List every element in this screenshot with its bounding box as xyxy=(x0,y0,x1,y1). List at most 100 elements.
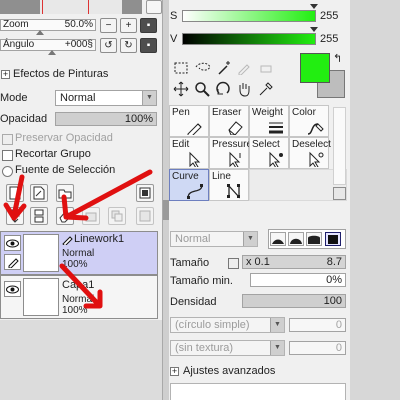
saturation-handle[interactable] xyxy=(310,4,318,9)
shape-soft-button[interactable] xyxy=(270,232,286,246)
lasso-icon[interactable] xyxy=(193,58,212,77)
preserve-opacity-checkbox[interactable] xyxy=(2,134,13,145)
layer-visibility-eye-icon[interactable] xyxy=(4,235,21,251)
zoom-out-button[interactable]: − xyxy=(100,18,117,33)
density-slider[interactable]: 100 xyxy=(242,294,346,308)
min-size-value: 0% xyxy=(326,274,342,286)
new-layer-icon[interactable] xyxy=(6,184,24,202)
size-pressure-checkbox[interactable] xyxy=(228,258,239,269)
size-value: 8.7 xyxy=(326,256,342,268)
tool-weight[interactable]: Weight xyxy=(249,105,289,137)
tool-deselect[interactable]: Deselect xyxy=(289,137,331,169)
tool-color[interactable]: Color xyxy=(289,105,329,137)
zoom-slider[interactable]: Zoom 50.0% xyxy=(0,19,96,31)
brush-shape-value: (círculo simple) xyxy=(175,319,250,331)
rotate-tool-icon[interactable] xyxy=(213,79,232,98)
angle-slider-handle[interactable] xyxy=(48,50,56,55)
zoom-reset-button[interactable]: ▪ xyxy=(140,18,157,33)
rotate-reset-button[interactable]: ▪ xyxy=(140,38,157,53)
tool-line[interactable]: Line xyxy=(209,169,249,201)
layer-lock-pen-icon[interactable] xyxy=(4,254,21,270)
layer-mask-icon[interactable] xyxy=(136,184,154,202)
layer-name: Linework1 xyxy=(74,233,125,245)
opacity-slider[interactable]: 100% xyxy=(55,112,157,126)
layer-thumbnail xyxy=(23,278,59,316)
brush-blend-mode-select[interactable]: Normal ▼ xyxy=(170,231,258,247)
size-slider[interactable]: x 0.1 8.7 xyxy=(242,255,346,269)
opacity-value: 100% xyxy=(124,113,153,125)
rotate-right-button[interactable]: ↻ xyxy=(120,38,137,53)
tool-grid-scroll-button[interactable] xyxy=(333,187,346,200)
clip-group-label: Recortar Grupo xyxy=(15,148,91,160)
linework-pen-icon xyxy=(62,235,73,247)
pressure-icon xyxy=(229,151,241,167)
min-size-label: Tamaño min. xyxy=(170,275,233,287)
selection-eraser-icon[interactable] xyxy=(256,58,275,77)
tool-pressure[interactable]: Pressure xyxy=(209,137,253,169)
navigator-flip-button[interactable] xyxy=(146,0,162,14)
texture-strength[interactable]: 0 xyxy=(289,341,346,355)
tool-grid-scrollbar[interactable] xyxy=(333,107,346,185)
merge-down-icon[interactable] xyxy=(30,207,48,225)
rotate-left-button[interactable]: ↺ xyxy=(100,38,117,53)
value-handle[interactable] xyxy=(310,27,318,32)
layer-visibility-eye-icon[interactable] xyxy=(4,281,21,297)
shape-hard-button[interactable] xyxy=(306,232,322,246)
tool-pen[interactable]: Pen xyxy=(169,105,209,137)
zoom-tool-icon[interactable] xyxy=(192,79,211,98)
tool-label: Select xyxy=(252,139,280,150)
expand-advanced-icon[interactable]: + xyxy=(170,367,179,376)
shape-medium-button[interactable] xyxy=(288,232,304,246)
expand-icon[interactable]: + xyxy=(1,70,10,79)
delete-layer-icon[interactable] xyxy=(136,207,154,225)
selection-pen-icon[interactable] xyxy=(234,58,253,77)
tool-curve[interactable]: Curve xyxy=(169,169,209,201)
tool-label: Deselect xyxy=(292,139,331,150)
tool-label: Eraser xyxy=(212,107,242,118)
tool-eraser[interactable]: Eraser xyxy=(209,105,249,137)
edit-icon xyxy=(189,151,201,167)
navigator-thumbnail[interactable] xyxy=(0,0,142,14)
layer-row-capa1[interactable]: Capa1 Normal 100% xyxy=(0,275,158,319)
brush-shape-strength[interactable]: 0 xyxy=(289,318,346,332)
value-slider[interactable] xyxy=(182,33,316,45)
layer-panel: Zoom 50.0% Ángulo +000§ − + ▪ ↺ ↻ ▪ + Ef… xyxy=(0,0,163,400)
brush-blend-mode-value: Normal xyxy=(175,233,211,245)
brush-shape-select[interactable]: (círculo simple) ▼ xyxy=(170,317,285,333)
new-folder-icon[interactable] xyxy=(56,184,74,202)
tool-edit[interactable]: Edit xyxy=(169,137,209,169)
magic-wand-icon[interactable] xyxy=(215,58,234,77)
selection-source-radio[interactable] xyxy=(2,166,13,177)
transfer-down-icon[interactable] xyxy=(6,207,24,225)
rect-select-icon[interactable] xyxy=(171,58,190,77)
layer-name: Capa1 xyxy=(62,279,95,291)
select-icon xyxy=(269,151,283,167)
clear-layer-icon[interactable] xyxy=(56,207,74,225)
saturation-slider[interactable] xyxy=(182,10,316,22)
layer-opacity: 100% xyxy=(62,259,88,270)
layer-mode: Normal xyxy=(62,294,95,305)
mode-select[interactable]: Normal ▼ xyxy=(55,90,157,106)
tool-select[interactable]: Select xyxy=(249,137,289,169)
new-linework-layer-icon[interactable] xyxy=(30,184,48,202)
primary-color-front xyxy=(300,53,330,83)
fill-layer-icon[interactable] xyxy=(82,207,100,225)
min-size-slider[interactable]: 0% xyxy=(250,273,346,287)
opacity-label: Opacidad xyxy=(0,113,48,125)
eyedropper-icon[interactable] xyxy=(256,79,275,98)
texture-select[interactable]: (sin textura) ▼ xyxy=(170,340,285,356)
tool-label: Pressure xyxy=(212,139,253,150)
tool-label: Line xyxy=(212,171,231,182)
swap-colors-icon[interactable]: ↰ xyxy=(333,52,342,65)
canvas-area[interactable] xyxy=(350,0,400,400)
zoom-slider-handle[interactable] xyxy=(36,30,44,35)
move-icon[interactable] xyxy=(171,79,190,98)
tool-panel: S 255 V 255 ↰ Pen Eraser Weight Color Ed… xyxy=(169,0,400,400)
zoom-in-button[interactable]: + xyxy=(120,18,137,33)
shape-square-button[interactable] xyxy=(325,232,341,246)
hand-tool-icon[interactable] xyxy=(234,79,253,98)
tool-label: Pen xyxy=(172,107,190,118)
layer-row-linework1[interactable]: Linework1 Normal 100% xyxy=(0,231,158,275)
copy-layer-icon[interactable] xyxy=(108,207,126,225)
clip-group-checkbox[interactable] xyxy=(2,150,13,161)
